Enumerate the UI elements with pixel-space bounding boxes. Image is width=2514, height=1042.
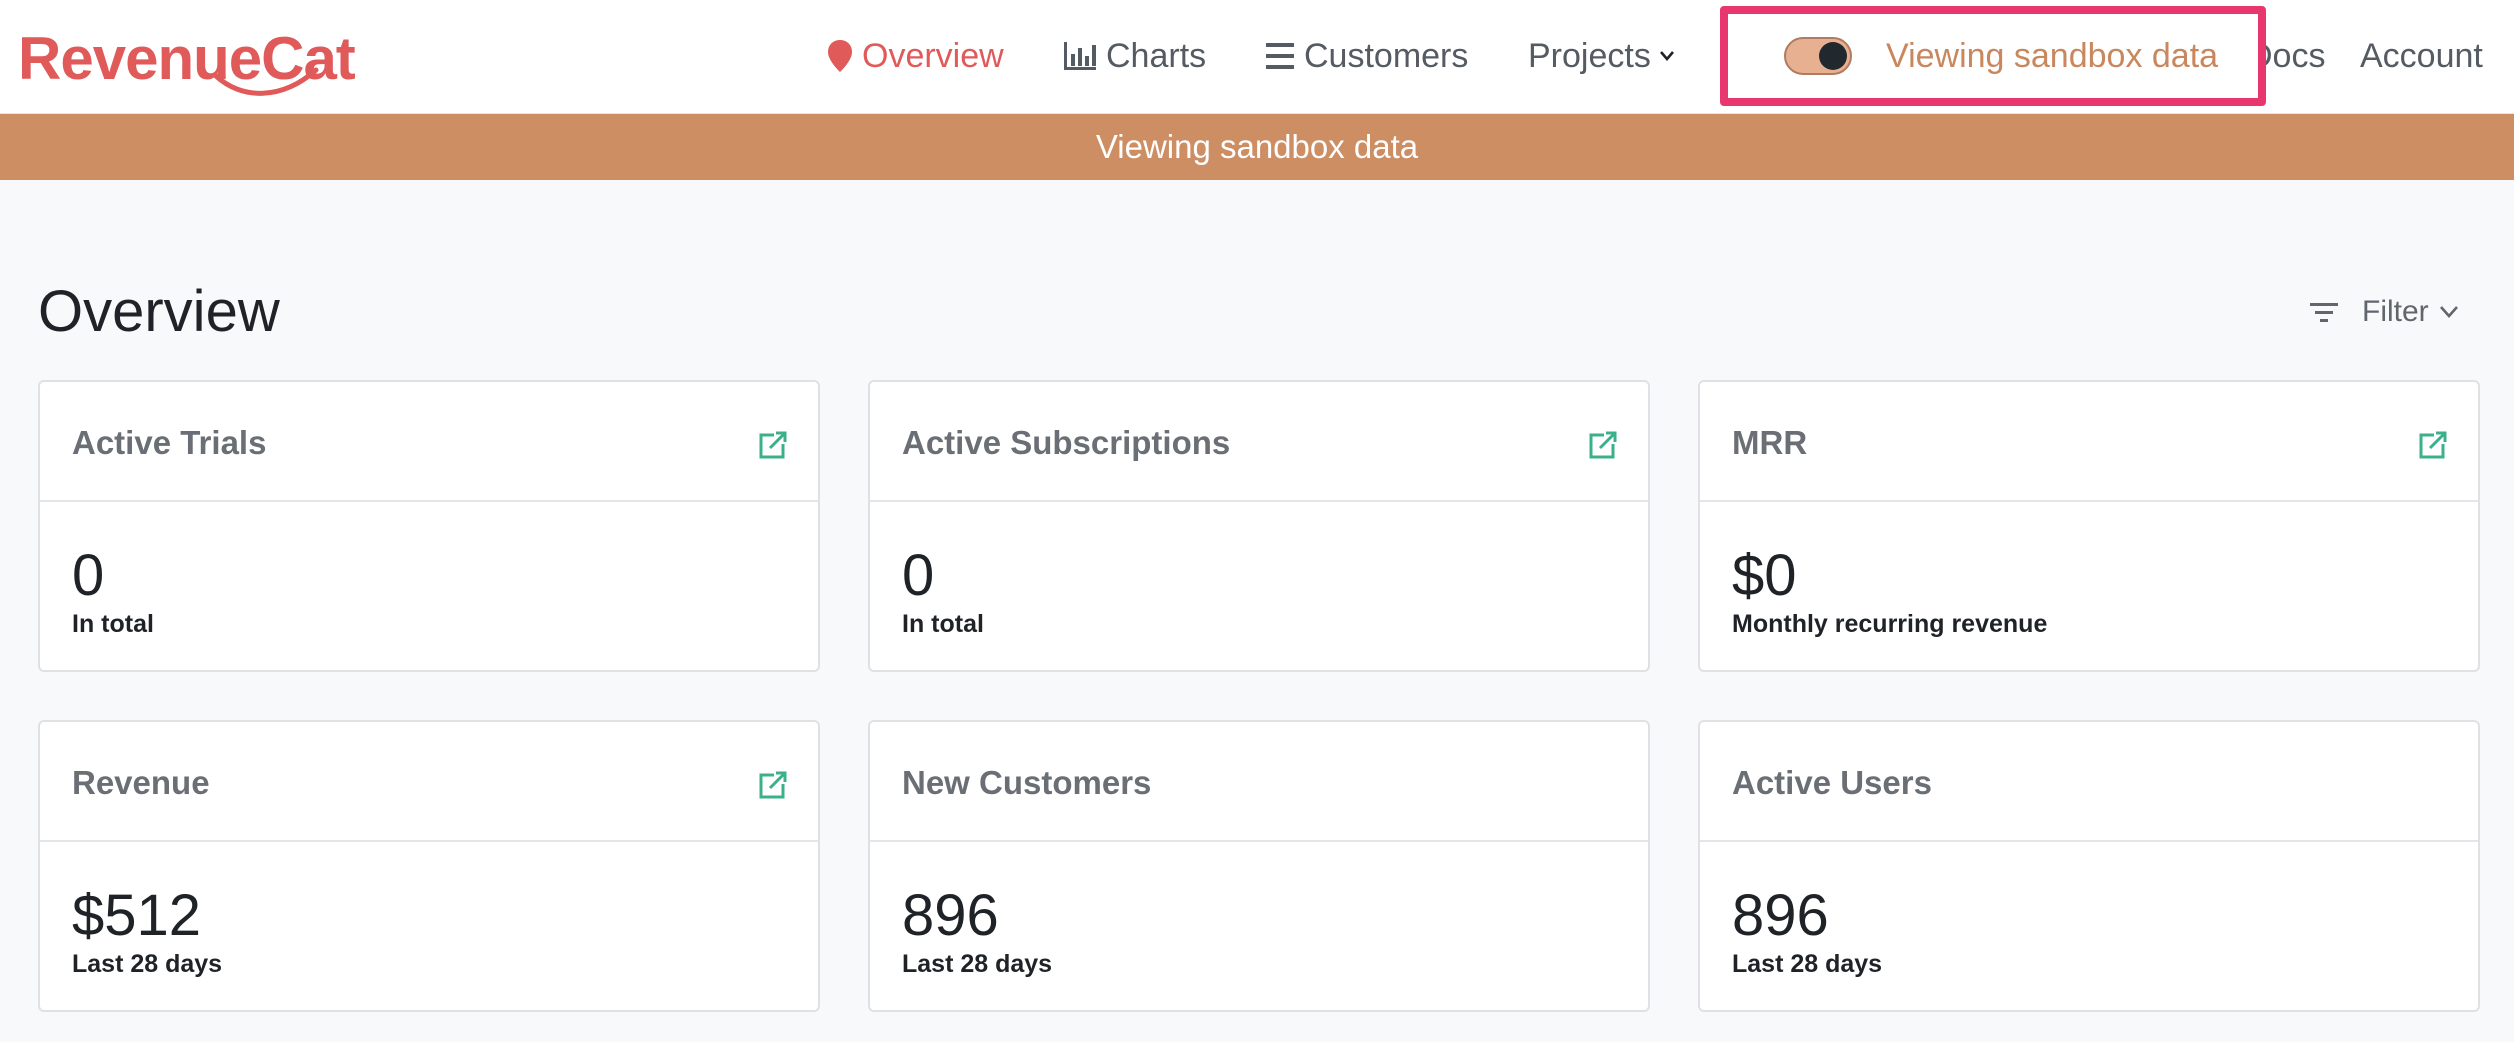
card-subtitle: Monthly recurring revenue: [1732, 610, 2048, 638]
card-title: Active Trials: [72, 424, 267, 461]
nav-projects-dropdown[interactable]: Projects: [1528, 0, 1675, 112]
card-subtitle: In total: [72, 610, 154, 638]
metric-card-active-subscriptions: Active Subscriptions 0 In total: [868, 380, 1650, 672]
page-title: Overview: [38, 279, 280, 344]
filter-icon: [2310, 301, 2338, 323]
metric-card-active-trials: Active Trials 0 In total: [38, 380, 820, 672]
list-icon: [1266, 43, 1294, 69]
external-link-icon[interactable]: [2418, 430, 2448, 460]
card-value: 896: [1732, 883, 1829, 948]
filter-button[interactable]: Filter: [2310, 292, 2459, 332]
card-title: MRR: [1732, 424, 1808, 461]
card-subtitle: Last 28 days: [1732, 950, 1883, 978]
metric-card-active-users: Active Users 896 Last 28 days: [1698, 720, 2480, 1012]
card-header: Active Trials: [40, 382, 818, 502]
sandbox-toggle-switch[interactable]: [1784, 37, 1852, 75]
card-title: Revenue: [72, 764, 210, 801]
nav-account-label: Account: [2360, 36, 2483, 75]
card-title: New Customers: [902, 764, 1152, 801]
nav-overview-label: Overview: [862, 36, 1004, 75]
logo-swash-icon: [213, 67, 319, 96]
card-title: Active Subscriptions: [902, 424, 1231, 461]
card-header: Revenue: [40, 722, 818, 842]
nav-customers-label: Customers: [1304, 36, 1469, 75]
map-pin-icon: [828, 40, 852, 72]
nav-charts-label: Charts: [1106, 36, 1207, 75]
chevron-down-icon: [2439, 305, 2459, 319]
nav-customers[interactable]: Customers: [1266, 0, 1468, 112]
sandbox-toggle-highlight: Viewing sandbox data: [1720, 6, 2266, 106]
external-link-icon[interactable]: [1588, 430, 1618, 460]
card-value: 896: [902, 883, 999, 948]
external-link-icon[interactable]: [758, 770, 788, 800]
metric-card-revenue: Revenue $512 Last 28 days: [38, 720, 820, 1012]
card-header: Active Subscriptions: [870, 382, 1648, 502]
top-navigation-bar: RevenueCat Overview Charts Customers Pro…: [0, 0, 2514, 114]
sandbox-toggle-label[interactable]: Viewing sandbox data: [1886, 37, 2218, 76]
card-value: 0: [902, 543, 935, 608]
card-header: Active Users: [1700, 722, 2478, 842]
card-header: New Customers: [870, 722, 1648, 842]
nav-projects-label: Projects: [1528, 36, 1651, 75]
card-subtitle: Last 28 days: [902, 950, 1053, 978]
metric-card-mrr: MRR $0 Monthly recurring revenue: [1698, 380, 2480, 672]
nav-account[interactable]: Account: [2360, 0, 2483, 112]
filter-label: Filter: [2362, 295, 2429, 328]
card-value: $512: [72, 883, 202, 948]
sandbox-banner-text: Viewing sandbox data: [1095, 128, 1419, 165]
sandbox-banner: Viewing sandbox data: [0, 114, 2514, 180]
card-title: Active Users: [1732, 764, 1932, 801]
chevron-down-icon: [1659, 50, 1675, 62]
nav-charts[interactable]: Charts: [1064, 0, 1206, 112]
card-subtitle: Last 28 days: [72, 950, 223, 978]
card-subtitle: In total: [902, 610, 984, 638]
bar-chart-icon: [1064, 42, 1096, 70]
card-value: 0: [72, 543, 105, 608]
external-link-icon[interactable]: [758, 430, 788, 460]
nav-overview[interactable]: Overview: [828, 0, 1004, 112]
card-value: $0: [1732, 543, 1797, 608]
toggle-knob: [1819, 42, 1847, 70]
metric-card-new-customers: New Customers 896 Last 28 days: [868, 720, 1650, 1012]
card-header: MRR: [1700, 382, 2478, 502]
